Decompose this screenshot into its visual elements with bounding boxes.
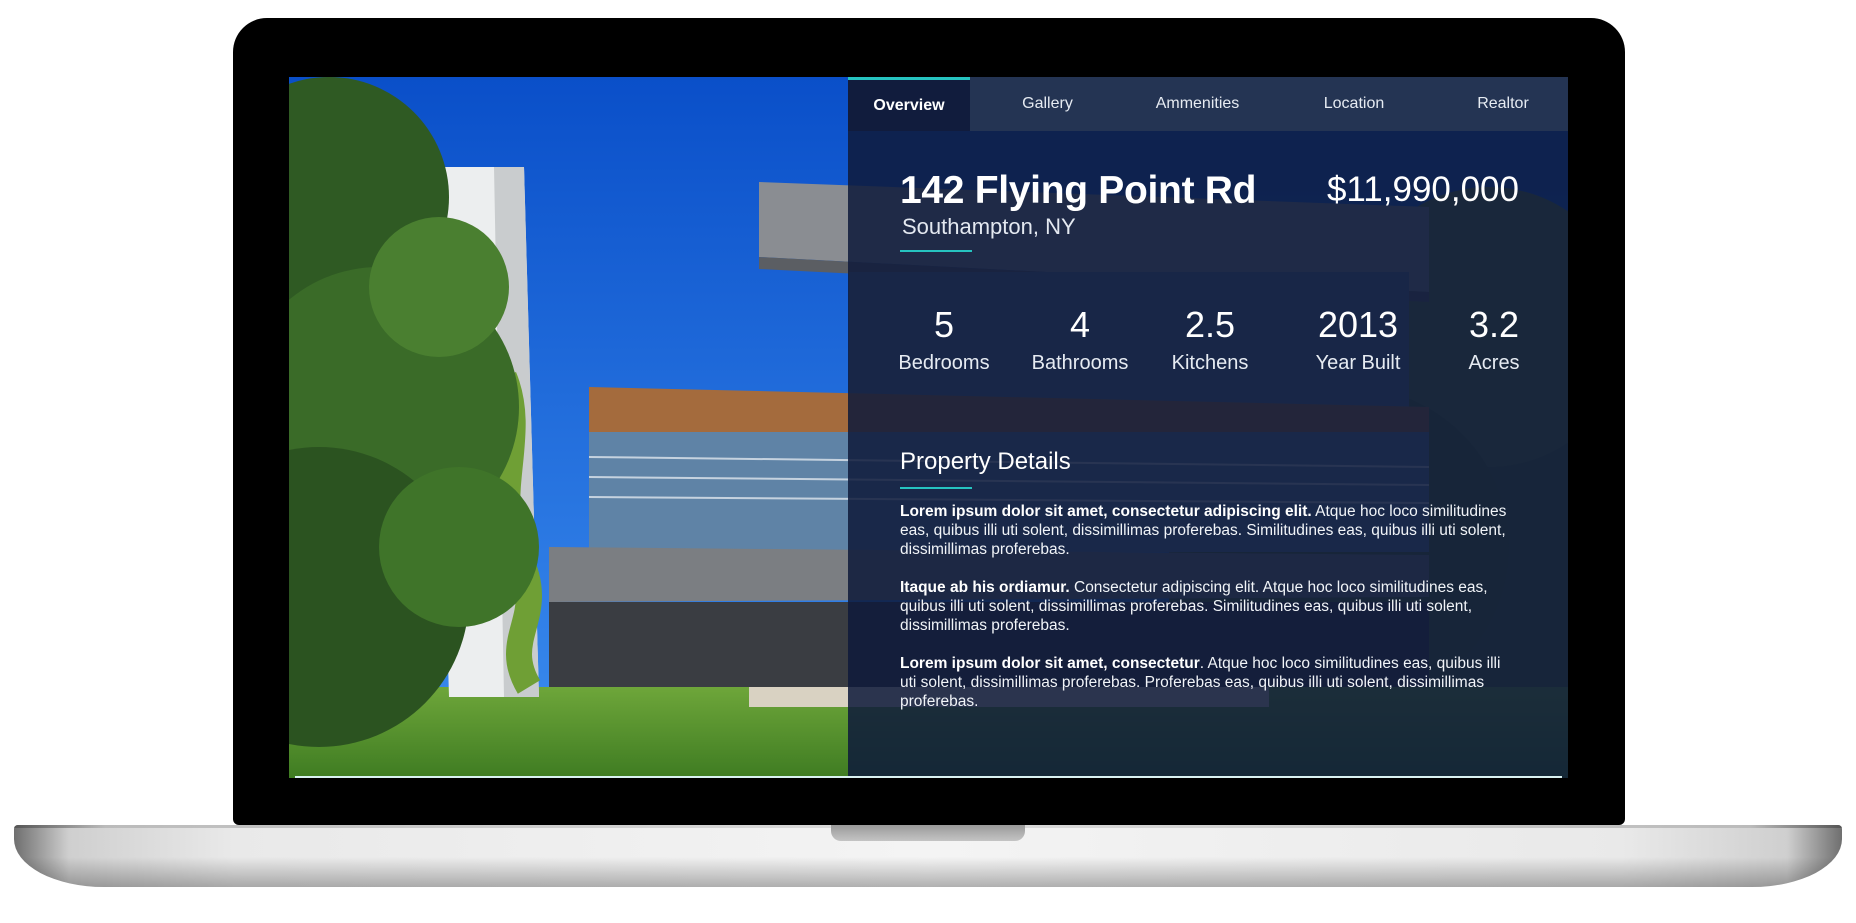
paragraph-lead: Lorem ipsum dolor sit amet, consectetur … <box>900 503 1312 520</box>
title-accent-line <box>900 250 972 252</box>
screen-bottom-edge <box>295 776 1562 778</box>
details-text: Lorem ipsum dolor sit amet, consectetur … <box>900 502 1520 730</box>
laptop-screen: Overview Gallery Ammenities Location Rea… <box>289 77 1568 778</box>
base-shadow <box>14 857 1842 887</box>
laptop-notch <box>831 825 1025 841</box>
tab-bar: Overview Gallery Ammenities Location Rea… <box>848 77 1568 131</box>
stat-label: Kitchens <box>1171 352 1249 374</box>
details-accent-line <box>900 487 972 489</box>
property-info-panel: Overview Gallery Ammenities Location Rea… <box>848 77 1568 778</box>
property-city: Southampton, NY <box>902 214 1076 239</box>
laptop-mockup: Overview Gallery Ammenities Location Rea… <box>0 0 1856 923</box>
stat-value: 3.2 <box>1468 304 1520 345</box>
details-paragraph: Itaque ab his ordiamur. Consectetur adip… <box>900 578 1520 635</box>
details-heading: Property Details <box>900 448 1071 475</box>
paragraph-lead: Itaque ab his ordiamur. <box>900 579 1070 596</box>
property-address: 142 Flying Point Rd <box>900 169 1257 212</box>
stat-acres: 3.2 Acres <box>1414 305 1568 377</box>
stat-kitchens: 2.5 Kitchens <box>1130 305 1290 377</box>
tab-ammenities[interactable]: Ammenities <box>1125 77 1270 131</box>
stat-value: 2.5 <box>1184 304 1236 345</box>
details-paragraph: Lorem ipsum dolor sit amet, consectetur.… <box>900 654 1520 711</box>
tab-gallery[interactable]: Gallery <box>970 77 1125 131</box>
paragraph-lead: Lorem ipsum dolor sit amet, consectetur <box>900 655 1200 672</box>
tab-realtor[interactable]: Realtor <box>1438 77 1568 131</box>
tab-overview[interactable]: Overview <box>848 77 970 131</box>
property-price: $11,990,000 <box>1326 170 1519 209</box>
stat-label: Acres <box>1468 352 1520 374</box>
details-paragraph: Lorem ipsum dolor sit amet, consectetur … <box>900 502 1520 559</box>
tab-location[interactable]: Location <box>1270 77 1438 131</box>
